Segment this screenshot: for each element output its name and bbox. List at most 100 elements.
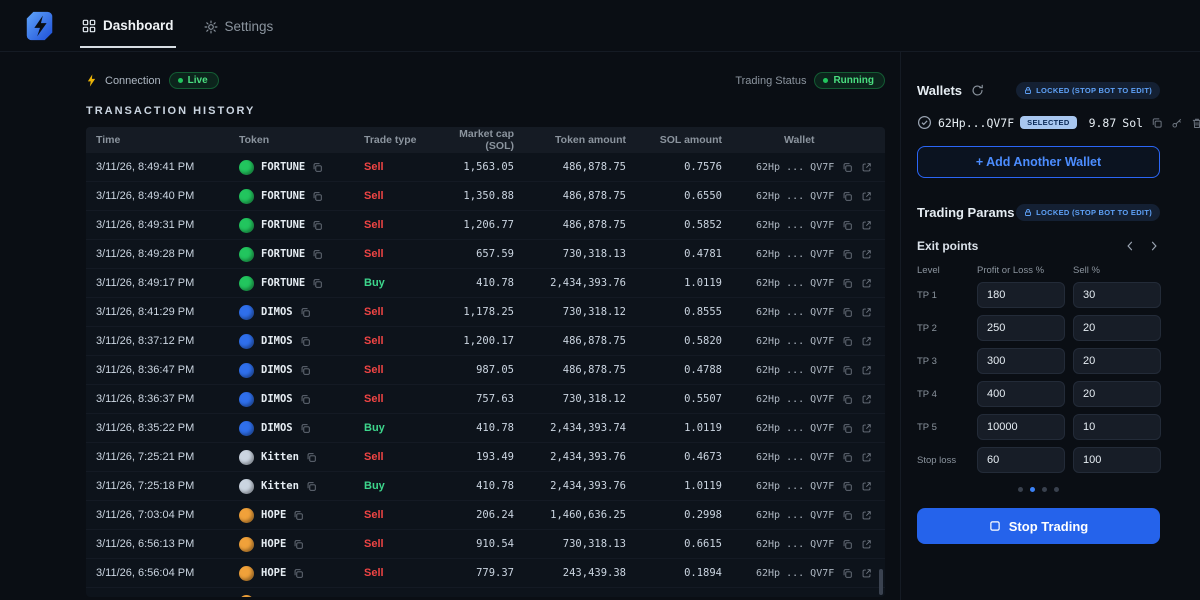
- wallet-row[interactable]: 62Hp...QV7F SELECTED 9.87 Sol: [917, 115, 1160, 130]
- external-link-icon[interactable]: [861, 539, 872, 550]
- nav-settings[interactable]: Settings: [202, 4, 276, 47]
- copy-icon[interactable]: [842, 220, 853, 231]
- page-dot[interactable]: [1018, 487, 1023, 492]
- copy-icon[interactable]: [300, 365, 311, 376]
- external-link-icon[interactable]: [861, 220, 872, 231]
- copy-icon[interactable]: [842, 568, 853, 579]
- external-link-icon[interactable]: [861, 249, 872, 260]
- copy-icon[interactable]: [312, 191, 323, 202]
- copy-icon[interactable]: [842, 539, 853, 550]
- copy-icon[interactable]: [306, 452, 317, 463]
- copy-icon[interactable]: [293, 568, 304, 579]
- copy-icon[interactable]: [842, 394, 853, 405]
- copy-icon[interactable]: [842, 249, 853, 260]
- copy-icon[interactable]: [312, 278, 323, 289]
- exit-point-row: TP 5: [917, 414, 1160, 440]
- copy-icon[interactable]: [293, 510, 304, 521]
- key-icon[interactable]: [1171, 117, 1183, 129]
- copy-icon[interactable]: [312, 249, 323, 260]
- scrollbar-thumb[interactable]: [879, 569, 883, 595]
- copy-icon[interactable]: [842, 597, 853, 598]
- trading-params-header: Trading Params LOCKED (STOP BOT TO EDIT): [917, 204, 1160, 221]
- copy-icon[interactable]: [306, 481, 317, 492]
- market-cap: 410.78: [442, 277, 526, 289]
- external-link-icon[interactable]: [861, 568, 872, 579]
- profit-input[interactable]: [977, 282, 1065, 308]
- external-link-icon[interactable]: [861, 423, 872, 434]
- trade-type: Sell: [354, 161, 442, 173]
- copy-icon[interactable]: [842, 278, 853, 289]
- sell-input[interactable]: [1073, 315, 1161, 341]
- profit-input[interactable]: [977, 381, 1065, 407]
- exit-point-row: TP 3: [917, 348, 1160, 374]
- nav-dashboard[interactable]: Dashboard: [80, 3, 176, 48]
- token-amount: 486,878.75: [526, 190, 638, 202]
- copy-icon[interactable]: [842, 336, 853, 347]
- profit-input[interactable]: [977, 315, 1065, 341]
- copy-icon[interactable]: [300, 423, 311, 434]
- copy-icon[interactable]: [842, 481, 853, 492]
- main-content: Connection Live Trading Status Running T…: [0, 52, 900, 600]
- copy-icon[interactable]: [842, 307, 853, 318]
- stop-trading-button[interactable]: Stop Trading: [917, 508, 1160, 544]
- page-dot-active[interactable]: [1030, 487, 1035, 492]
- copy-icon[interactable]: [300, 307, 311, 318]
- grid-icon: [82, 19, 96, 33]
- copy-icon[interactable]: [300, 336, 311, 347]
- chevron-right-icon[interactable]: [1148, 240, 1160, 252]
- sell-input[interactable]: [1073, 414, 1161, 440]
- token-icon: [239, 479, 254, 494]
- external-link-icon[interactable]: [861, 510, 872, 521]
- app-logo[interactable]: [22, 8, 58, 44]
- external-link-icon[interactable]: [861, 365, 872, 376]
- token-name: HOPE: [261, 538, 286, 550]
- trade-type: Buy: [354, 480, 442, 492]
- tx-time: 3/11/26, 7:25:18 PM: [86, 480, 229, 492]
- copy-icon[interactable]: [842, 423, 853, 434]
- profit-input[interactable]: [977, 348, 1065, 374]
- wallet-balance-unit: Sol: [1122, 116, 1143, 130]
- tx-token: FORTUNE: [229, 276, 354, 291]
- copy-icon[interactable]: [312, 162, 323, 173]
- external-link-icon[interactable]: [861, 394, 872, 405]
- profit-input[interactable]: [977, 414, 1065, 440]
- market-cap: 757.63: [442, 393, 526, 405]
- profit-input[interactable]: [977, 447, 1065, 473]
- external-link-icon[interactable]: [861, 307, 872, 318]
- refresh-icon[interactable]: [971, 84, 984, 97]
- token-name: FORTUNE: [261, 190, 305, 202]
- copy-icon[interactable]: [842, 162, 853, 173]
- tx-token: FORTUNE: [229, 218, 354, 233]
- sol-amount: 0.5507: [638, 393, 734, 405]
- sell-input[interactable]: [1073, 282, 1161, 308]
- trash-icon[interactable]: [1191, 117, 1200, 129]
- external-link-icon[interactable]: [861, 452, 872, 463]
- copy-icon[interactable]: [312, 220, 323, 231]
- token-name: HOPE: [261, 567, 286, 579]
- external-link-icon[interactable]: [861, 597, 872, 598]
- copy-icon[interactable]: [842, 365, 853, 376]
- copy-icon[interactable]: [842, 510, 853, 521]
- copy-icon[interactable]: [293, 597, 304, 598]
- sell-input[interactable]: [1073, 348, 1161, 374]
- chevron-left-icon[interactable]: [1124, 240, 1136, 252]
- tx-wallet: 62Hp ... QV7F: [734, 191, 885, 202]
- external-link-icon[interactable]: [861, 162, 872, 173]
- external-link-icon[interactable]: [861, 336, 872, 347]
- sell-input[interactable]: [1073, 447, 1161, 473]
- wallet-address: 62Hp ... QV7F: [756, 510, 834, 521]
- copy-icon[interactable]: [842, 452, 853, 463]
- external-link-icon[interactable]: [861, 191, 872, 202]
- copy-icon[interactable]: [293, 539, 304, 550]
- external-link-icon[interactable]: [861, 278, 872, 289]
- trade-type: Buy: [354, 277, 442, 289]
- copy-icon[interactable]: [1151, 117, 1163, 129]
- trade-type: Sell: [354, 567, 442, 579]
- sell-input[interactable]: [1073, 381, 1161, 407]
- page-dot[interactable]: [1042, 487, 1047, 492]
- page-dot[interactable]: [1054, 487, 1059, 492]
- copy-icon[interactable]: [842, 191, 853, 202]
- external-link-icon[interactable]: [861, 481, 872, 492]
- add-wallet-button[interactable]: + Add Another Wallet: [917, 146, 1160, 178]
- copy-icon[interactable]: [300, 394, 311, 405]
